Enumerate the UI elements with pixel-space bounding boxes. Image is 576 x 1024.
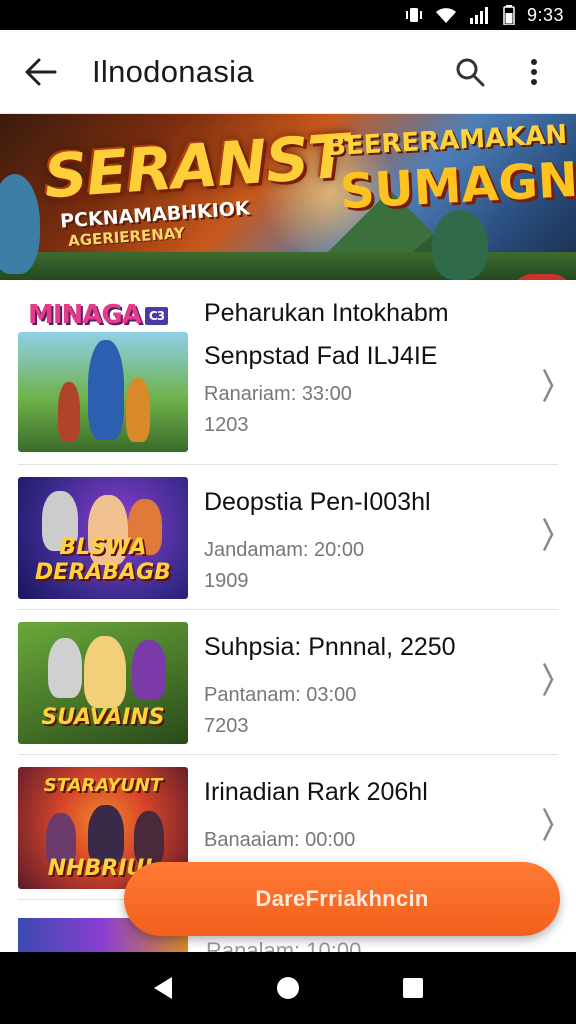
list-item-meta: Banaaiam: 00:00	[204, 829, 356, 851]
battery-icon	[503, 5, 515, 25]
list-item[interactable]: SUAVAINS Suhpsia: Pnnnal, 2250 Pantanam:…	[18, 610, 558, 755]
banner-character	[0, 174, 40, 274]
list-item-text: Deopstia Pen-I003hl Jandamam: 20:00 1909	[204, 465, 558, 593]
list-item-title: Suhpsia: Pnnnal, 2250	[204, 633, 456, 661]
primary-action-label: DareFrriakhncin	[255, 886, 429, 911]
status-time: 9:33	[526, 4, 564, 25]
banner-title-right: SUMAGN	[338, 151, 576, 221]
thumb-figure	[58, 382, 80, 442]
search-button[interactable]	[448, 50, 492, 94]
list-item-count: 7203	[204, 715, 249, 737]
chevron-right-icon[interactable]	[542, 368, 554, 409]
list-item-thumbnail: SUAVAINS	[18, 622, 188, 744]
thumb-top-label: STARAYUNT	[43, 775, 163, 796]
banner-character	[432, 210, 488, 280]
nav-home-button[interactable]	[268, 968, 308, 1008]
square-recents-icon	[403, 978, 424, 998]
logo-text: MINAGA	[28, 300, 142, 330]
primary-action-button[interactable]: DareFrriakhncin	[124, 862, 560, 936]
signal-icon	[469, 6, 491, 24]
thumb-label: SUAVAINS	[41, 705, 165, 730]
more-vert-icon	[531, 58, 537, 85]
logo-badge: C3	[144, 306, 169, 325]
arrow-back-icon	[25, 58, 57, 85]
list-item-title: Irinadian Rark 206hl	[204, 778, 428, 806]
nav-recents-button[interactable]	[393, 968, 433, 1008]
list-item-count: 1909	[204, 570, 249, 592]
banner-ground	[0, 252, 576, 280]
thumb-figure	[88, 340, 124, 440]
status-bar: 9:33	[0, 0, 576, 30]
list-item-meta: Pantanam: 03:00	[204, 684, 357, 706]
system-nav-bar	[0, 952, 576, 1024]
list-item-meta: Ranariam: 33:00	[204, 383, 352, 405]
list-item[interactable]: MINAGA C3 Peharukan Intokhabm Senpstad Fa…	[18, 280, 558, 465]
back-button[interactable]	[20, 51, 62, 93]
list-item[interactable]: BLSWA DERABAGB Deopstia Pen-I003hl Janda…	[18, 465, 558, 610]
vibrate-icon	[405, 6, 423, 24]
list-item-text: Peharukan Intokhabm Senpstad Fad ILJ4IE …	[204, 280, 558, 437]
promo-banner[interactable]: SERANST PCKNAMABHKIOK AGERIERENAY BEERER…	[0, 114, 576, 280]
list-item-thumbnail	[18, 332, 188, 452]
nav-back-button[interactable]	[143, 968, 183, 1008]
list-item-thumbnail: BLSWA DERABAGB	[18, 477, 188, 599]
triangle-back-icon	[153, 977, 172, 999]
thumb-figure	[126, 378, 150, 442]
list-item-subtitle: Senpstad Fad ILJ4IE	[204, 342, 438, 370]
list-item-meta: Jandamam: 20:00	[204, 539, 365, 561]
list-item-title: Peharukan Intokhabm	[204, 299, 449, 327]
thumb-figure	[48, 638, 82, 698]
thumb-figure	[132, 640, 166, 700]
page-title: Ilnodonasia	[92, 53, 254, 89]
more-options-button[interactable]	[512, 50, 556, 94]
app-bar: Ilnodonasia	[0, 30, 576, 114]
wifi-icon	[435, 6, 457, 24]
game-list: MINAGA C3 Peharukan Intokhabm Senpstad Fa…	[0, 280, 576, 900]
search-icon	[456, 58, 485, 86]
thumb-label: BLSWA DERABAGB	[35, 535, 171, 585]
chevron-right-icon[interactable]	[542, 807, 554, 848]
list-item-count: 1203	[204, 414, 249, 436]
list-item-logo: MINAGA C3	[28, 300, 169, 330]
circle-home-icon	[276, 977, 299, 999]
thumb-figure	[84, 636, 126, 708]
list-item-title: Deopstia Pen-I003hl	[204, 488, 431, 516]
chevron-right-icon[interactable]	[542, 662, 554, 703]
chevron-right-icon[interactable]	[542, 517, 554, 558]
list-item-text: Suhpsia: Pnnnal, 2250 Pantanam: 03:00 72…	[204, 610, 558, 738]
